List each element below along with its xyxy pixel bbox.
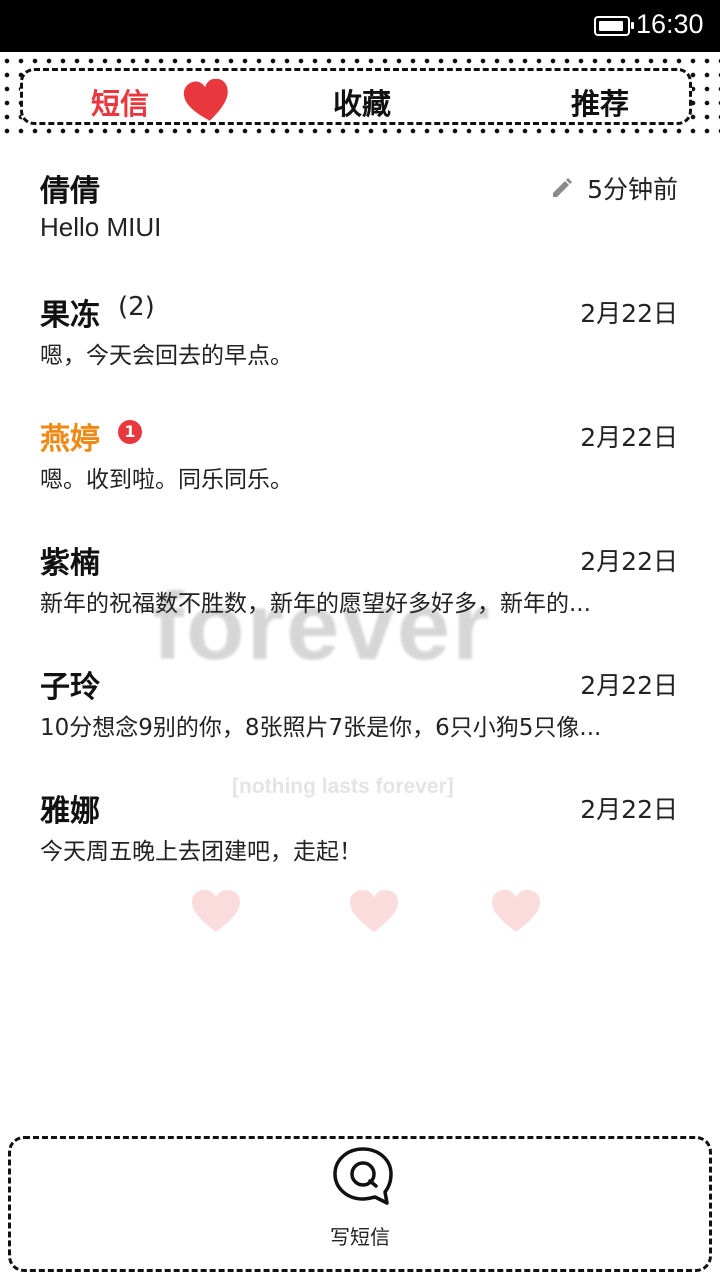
status-time: 16:30 [636, 9, 704, 39]
message-preview: 新年的祝福数不胜数，新年的愿望好多好多，新年的... [40, 591, 591, 617]
message-preview: Hello MIUI [40, 212, 162, 242]
conversation-item[interactable]: 果冻 (2) 2月22日 嗯，今天会回去的早点。 [0, 282, 720, 406]
contact-name: 雅娜 [40, 794, 100, 829]
conversation-item[interactable]: 倩倩 5分钟前 Hello MIUI [0, 158, 720, 282]
unread-badge: 1 [118, 420, 142, 444]
message-time: 2月22日 [580, 795, 678, 824]
tab-sms[interactable]: 短信 [91, 81, 149, 123]
message-preview: 今天周五晚上去团建吧，走起！ [40, 839, 362, 865]
message-preview: 嗯。收到啦。同乐同乐。 [40, 467, 293, 493]
message-time: 5分钟前 [587, 175, 678, 204]
message-time: 2月22日 [580, 299, 678, 328]
conversation-list: 倩倩 5分钟前 Hello MIUI 果冻 (2) 2月22日 嗯，今天会回去的… [0, 158, 720, 902]
message-time: 2月22日 [580, 671, 678, 700]
contact-name: 倩倩 [40, 174, 100, 209]
battery-icon [594, 16, 634, 36]
message-preview: 10分想念9别的你，8张照片7张是你，6只小狗5只像... [40, 715, 602, 741]
chat-bubble-icon [333, 1147, 393, 1205]
contact-name: 燕婷 [40, 422, 100, 457]
tab-recommended[interactable]: 推荐 [571, 81, 629, 123]
contact-name: 果冻 [40, 298, 100, 333]
tab-favorites[interactable]: 收藏 [333, 81, 391, 123]
message-time: 2月22日 [580, 547, 678, 576]
pencil-icon [553, 178, 572, 197]
conversation-item[interactable]: 子玲 2月22日 10分想念9别的你，8张照片7张是你，6只小狗5只像... [0, 654, 720, 778]
conversation-item[interactable]: 紫楠 2月22日 新年的祝福数不胜数，新年的愿望好多好多，新年的... [0, 530, 720, 654]
conversation-item[interactable]: 燕婷 1 2月22日 嗯。收到啦。同乐同乐。 [0, 406, 720, 530]
message-count: (2) [118, 292, 155, 322]
message-preview: 嗯，今天会回去的早点。 [40, 343, 293, 369]
status-bar: 16:30 [0, 0, 720, 52]
compose-button[interactable]: 写短信 [8, 1136, 712, 1272]
contact-name: 紫楠 [40, 546, 100, 581]
heart-icon [183, 79, 228, 121]
conversation-item[interactable]: 雅娜 2月22日 今天周五晚上去团建吧，走起！ [0, 778, 720, 902]
compose-label: 写短信 [330, 1225, 390, 1249]
message-time: 2月22日 [580, 423, 678, 452]
tab-bar: 短信 收藏 推荐 [20, 68, 692, 125]
contact-name: 子玲 [40, 670, 100, 705]
tab-header: 短信 收藏 推荐 [0, 52, 720, 142]
